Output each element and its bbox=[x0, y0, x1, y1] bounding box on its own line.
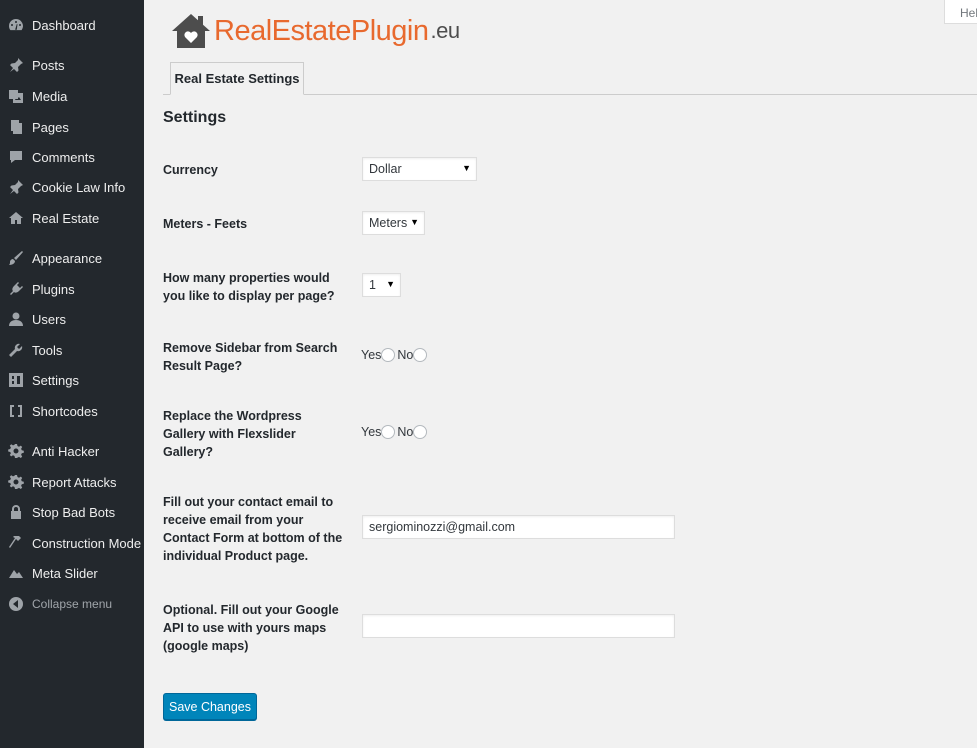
sidebar-item-label: Shortcodes bbox=[32, 403, 98, 419]
sidebar-item-label: Cookie Law Info bbox=[32, 179, 126, 195]
house-heart-icon bbox=[172, 14, 210, 48]
brackets-icon bbox=[8, 403, 24, 419]
sidebar-item-label: Pages bbox=[32, 119, 69, 135]
sidebar-item-label: Plugins bbox=[32, 281, 75, 297]
gear-icon bbox=[8, 474, 24, 490]
sidebar-item-pages[interactable]: Pages bbox=[0, 112, 144, 142]
per-page-label: How many properties would you like to di… bbox=[163, 271, 335, 303]
sidebar-item-label: Dashboard bbox=[32, 17, 96, 33]
dropdown-arrow-icon: ▼ bbox=[386, 279, 395, 289]
remove-sidebar-no-radio[interactable] bbox=[413, 348, 428, 362]
collapse-menu-button[interactable]: Collapse menu bbox=[0, 589, 144, 619]
currency-select[interactable]: Dollar ▼ bbox=[362, 157, 477, 181]
sidebar-item-real-estate[interactable]: Real Estate bbox=[0, 203, 144, 233]
mountain-icon bbox=[8, 565, 24, 581]
sidebar-item-label: Construction Mode bbox=[32, 535, 142, 551]
sidebar-item-users[interactable]: Users bbox=[0, 304, 144, 334]
sidebar-item-label: Tools bbox=[32, 342, 63, 358]
contact-email-label: Fill out your contact email to receive e… bbox=[163, 495, 343, 563]
wrench-icon bbox=[8, 342, 24, 358]
sidebar-item-label: Users bbox=[32, 311, 66, 327]
units-label: Meters - Feets bbox=[163, 217, 248, 231]
pin-icon bbox=[8, 57, 24, 73]
page-title: Settings bbox=[163, 109, 227, 126]
hammer-icon bbox=[8, 535, 24, 551]
radio-yes-label: Yes bbox=[361, 348, 382, 362]
google-api-label: Optional. Fill out your Google API to us… bbox=[163, 603, 339, 653]
save-changes-button[interactable]: Save Changes bbox=[163, 693, 257, 720]
sidebar-item-media[interactable]: Media bbox=[0, 81, 144, 111]
replace-gallery-yes-radio[interactable] bbox=[381, 425, 396, 439]
sidebar-item-shortcodes[interactable]: Shortcodes bbox=[0, 396, 144, 426]
sidebar-item-cookie-law-info[interactable]: Cookie Law Info bbox=[0, 172, 144, 202]
tab-real-estate-settings[interactable]: Real Estate Settings bbox=[170, 62, 304, 95]
dropdown-arrow-icon: ▼ bbox=[410, 217, 419, 227]
sidebar-item-comments[interactable]: Comments bbox=[0, 142, 144, 172]
gear-icon bbox=[8, 443, 24, 459]
google-api-field[interactable] bbox=[362, 614, 675, 638]
admin-sidebar: Dashboard Posts Media Pages Comments Coo… bbox=[0, 0, 144, 748]
currency-label: Currency bbox=[163, 163, 218, 177]
currency-value: Dollar bbox=[369, 162, 402, 176]
brush-icon bbox=[8, 250, 24, 266]
sidebar-item-label: Report Attacks bbox=[32, 474, 117, 490]
units-select[interactable]: Meters ▼ bbox=[362, 211, 425, 235]
plugin-logo: RealEstatePlugin .eu bbox=[170, 11, 460, 51]
home-icon bbox=[8, 210, 24, 226]
radio-no-label: No bbox=[397, 348, 414, 362]
plugin-icon bbox=[8, 281, 24, 297]
sidebar-item-label: Settings bbox=[32, 372, 79, 388]
replace-gallery-label: Replace the Wordpress Gallery with Flexs… bbox=[163, 409, 302, 459]
sidebar-item-label: Collapse menu bbox=[32, 597, 113, 611]
sidebar-item-label: Stop Bad Bots bbox=[32, 504, 116, 520]
logo-ext: .eu bbox=[430, 18, 460, 43]
sidebar-item-meta-slider[interactable]: Meta Slider bbox=[0, 558, 144, 588]
sidebar-item-plugins[interactable]: Plugins bbox=[0, 274, 144, 304]
settings-icon bbox=[8, 372, 24, 388]
pin-icon bbox=[8, 179, 24, 195]
lock-icon bbox=[8, 504, 24, 520]
comments-icon bbox=[8, 149, 24, 165]
sidebar-item-construction-mode[interactable]: Construction Mode bbox=[0, 528, 144, 558]
sidebar-item-label: Media bbox=[32, 88, 68, 104]
sidebar-item-label: Meta Slider bbox=[32, 565, 98, 581]
logo-text: RealEstatePlugin bbox=[214, 14, 429, 47]
replace-gallery-no-radio[interactable] bbox=[413, 425, 428, 439]
sidebar-item-label: Posts bbox=[32, 57, 65, 73]
sidebar-item-dashboard[interactable]: Dashboard bbox=[0, 10, 144, 40]
sidebar-item-label: Real Estate bbox=[32, 210, 100, 226]
per-page-value: 1 bbox=[369, 278, 376, 292]
sidebar-item-label: Appearance bbox=[32, 250, 103, 266]
per-page-select[interactable]: 1 ▼ bbox=[362, 273, 401, 297]
units-value: Meters bbox=[369, 216, 408, 230]
contact-email-field[interactable] bbox=[362, 515, 675, 539]
remove-sidebar-yes-radio[interactable] bbox=[381, 348, 396, 362]
sidebar-item-posts[interactable]: Posts bbox=[0, 50, 144, 80]
user-icon bbox=[8, 311, 24, 327]
remove-sidebar-radio-group: Yes No bbox=[361, 348, 428, 362]
sidebar-item-stop-bad-bots[interactable]: Stop Bad Bots bbox=[0, 497, 144, 527]
radio-yes-label: Yes bbox=[361, 425, 382, 439]
radio-no-label: No bbox=[397, 425, 414, 439]
sidebar-item-tools[interactable]: Tools bbox=[0, 335, 144, 365]
dashboard-icon bbox=[8, 17, 24, 33]
sidebar-item-settings[interactable]: Settings bbox=[0, 365, 144, 395]
pages-icon bbox=[8, 119, 24, 135]
remove-sidebar-label: Remove Sidebar from Search Result Page? bbox=[163, 341, 338, 373]
media-icon bbox=[8, 88, 24, 104]
collapse-icon bbox=[8, 596, 24, 612]
sidebar-item-label: Comments bbox=[32, 149, 95, 165]
sidebar-item-label: Anti Hacker bbox=[32, 443, 100, 459]
sidebar-item-appearance[interactable]: Appearance bbox=[0, 243, 144, 273]
sidebar-item-anti-hacker[interactable]: Anti Hacker bbox=[0, 436, 144, 466]
help-tab[interactable]: Help bbox=[944, 0, 977, 24]
replace-gallery-radio-group: Yes No bbox=[361, 425, 428, 439]
sidebar-item-report-attacks[interactable]: Report Attacks bbox=[0, 467, 144, 497]
dropdown-arrow-icon: ▼ bbox=[462, 163, 471, 173]
